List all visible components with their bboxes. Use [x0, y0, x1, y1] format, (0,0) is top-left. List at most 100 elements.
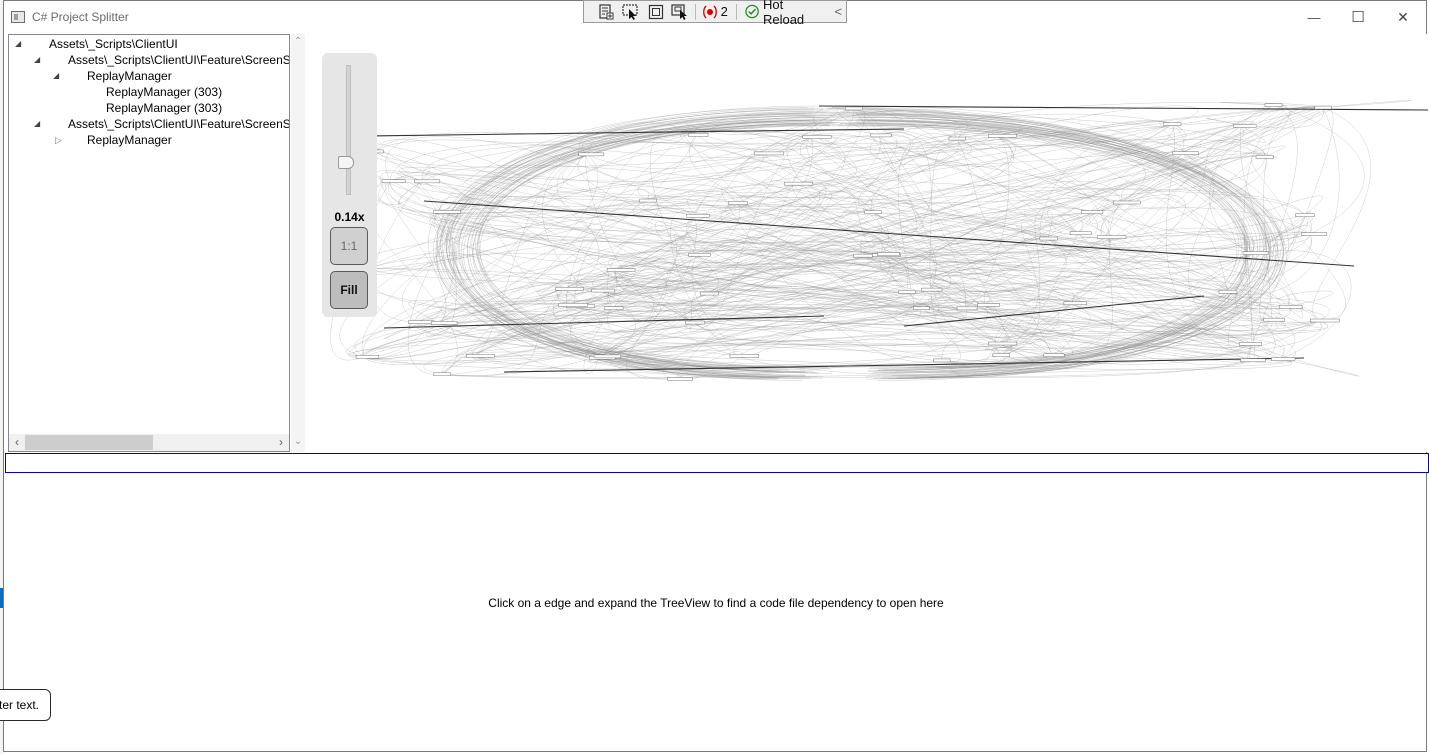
graph-node[interactable]	[685, 320, 705, 325]
tree-item[interactable]: ReplayManager (303)	[106, 100, 222, 116]
graph-node[interactable]	[1163, 122, 1182, 126]
hot-reload-button[interactable]: Hot Reload	[739, 0, 831, 27]
code-file-view[interactable]: Click on a edge and expand the TreeView …	[4, 473, 1428, 753]
graph-node[interactable]	[1263, 317, 1285, 322]
collapsed-arrow-icon[interactable]: ▷	[55, 132, 65, 148]
graph-node[interactable]	[992, 353, 1010, 357]
graph-node[interactable]	[408, 320, 434, 324]
search-input[interactable]	[5, 453, 1429, 473]
graph-edge[interactable]	[414, 322, 1293, 370]
graph-edge[interactable]	[1272, 105, 1365, 235]
graph-node[interactable]	[1112, 200, 1141, 205]
graph-node[interactable]	[431, 321, 458, 325]
zoom-slider-thumb[interactable]	[338, 156, 354, 169]
graph-edge[interactable]	[574, 147, 763, 307]
graph-edge[interactable]	[374, 121, 1254, 168]
graph-node[interactable]	[593, 354, 622, 359]
graph-edge[interactable]	[1322, 100, 1412, 108]
select-element-icon[interactable]	[619, 1, 644, 22]
graph-node[interactable]	[913, 306, 930, 310]
graph-node[interactable]	[381, 179, 406, 183]
maximize-button[interactable]: ☐	[1335, 1, 1381, 33]
graph-edge[interactable]	[371, 170, 431, 323]
collapse-toolbar-icon[interactable]: <	[830, 4, 846, 19]
graph-node[interactable]	[898, 290, 916, 294]
expanded-arrow-icon[interactable]: ◢	[15, 36, 25, 52]
graph-edge[interactable]	[456, 241, 875, 358]
graph-node[interactable]	[1039, 236, 1058, 241]
dependency-graph[interactable]	[304, 96, 1428, 386]
tree-item[interactable]: Assets\_Scripts\ClientUI\Feature\ScreenS…	[68, 52, 289, 68]
graph-edge[interactable]	[451, 108, 824, 372]
graph-edge[interactable]	[441, 131, 999, 375]
graph-node[interactable]	[729, 354, 760, 358]
dependency-tree-view[interactable]: ◢ Assets\_Scripts\ClientUI ◢ Assets\_Scr…	[8, 34, 290, 452]
graph-node[interactable]	[988, 341, 1018, 346]
graph-edge[interactable]	[1277, 290, 1334, 308]
graph-node[interactable]	[1218, 290, 1238, 294]
graph-node[interactable]	[355, 355, 379, 359]
graph-edge[interactable]	[903, 295, 1205, 327]
zoom-fill-button[interactable]: Fill	[330, 271, 368, 309]
graph-node[interactable]	[1314, 105, 1332, 110]
graph-node[interactable]	[921, 287, 943, 292]
graph-edge[interactable]	[1263, 107, 1323, 320]
track-focus-icon[interactable]	[668, 1, 693, 22]
graph-node[interactable]	[728, 201, 748, 205]
graph-node[interactable]	[1295, 213, 1315, 217]
graph-node[interactable]	[933, 358, 951, 363]
graph-node[interactable]	[1264, 103, 1283, 107]
tree-item[interactable]: Assets\_Scripts\ClientUI\Feature\ScreenS…	[68, 116, 289, 132]
graph-edge[interactable]	[856, 110, 1267, 370]
scroll-right-icon[interactable]: ›	[273, 434, 289, 451]
graph-node[interactable]	[1255, 155, 1274, 159]
graph-edge[interactable]	[938, 233, 1310, 311]
graph-node[interactable]	[864, 210, 882, 214]
minimize-button[interactable]: —	[1291, 1, 1337, 33]
graph-node[interactable]	[845, 106, 863, 111]
graph-node[interactable]	[466, 354, 495, 358]
graph-node[interactable]	[784, 181, 814, 186]
scroll-up-icon[interactable]: ⌃	[291, 36, 305, 47]
graph-node[interactable]	[1238, 342, 1262, 346]
graph-node[interactable]	[1172, 151, 1199, 155]
zoom-slider-track[interactable]	[346, 65, 351, 195]
graph-edge[interactable]	[792, 183, 1229, 311]
graph-node[interactable]	[877, 252, 900, 256]
tree-item[interactable]: ReplayManager	[87, 132, 172, 148]
graph-node[interactable]	[606, 268, 636, 272]
graph-node[interactable]	[555, 287, 584, 291]
graph-edge[interactable]	[448, 123, 824, 377]
scroll-left-icon[interactable]: ‹	[9, 434, 25, 451]
graph-edge[interactable]	[441, 211, 1277, 336]
graph-edge[interactable]	[916, 135, 1014, 167]
graph-node[interactable]	[433, 210, 461, 214]
graph-node[interactable]	[604, 306, 624, 310]
scrollbar-thumb[interactable]	[25, 435, 153, 450]
tree-item[interactable]: ReplayManager (303)	[106, 84, 222, 100]
graph-node[interactable]	[853, 253, 873, 258]
graph-node[interactable]	[988, 134, 1017, 138]
graph-node[interactable]	[1240, 358, 1266, 363]
graph-node[interactable]	[1278, 305, 1303, 309]
graph-node[interactable]	[1080, 210, 1104, 214]
expanded-arrow-icon[interactable]: ◢	[34, 116, 44, 132]
graph-node[interactable]	[688, 133, 709, 137]
graph-edge[interactable]	[422, 181, 1073, 313]
graph-node[interactable]	[1242, 251, 1269, 255]
graph-node[interactable]	[802, 135, 832, 139]
graph-vertical-scrollbar[interactable]: ⌃ ⌄	[291, 34, 305, 452]
tree-item[interactable]: Assets\_Scripts\ClientUI	[49, 36, 178, 52]
graph-node[interactable]	[1043, 353, 1065, 357]
binding-failures-indicator[interactable]: 2	[698, 4, 734, 19]
graph-node[interactable]	[1063, 301, 1087, 306]
graph-node[interactable]	[578, 152, 605, 157]
graph-node[interactable]	[667, 377, 693, 381]
graph-edge[interactable]	[361, 155, 1265, 357]
graph-node[interactable]	[1271, 357, 1296, 361]
graph-node[interactable]	[948, 136, 966, 141]
graph-edge[interactable]	[1159, 120, 1253, 292]
expanded-arrow-icon[interactable]: ◢	[34, 52, 44, 68]
live-visual-tree-icon[interactable]	[594, 1, 619, 22]
graph-node[interactable]	[1301, 232, 1327, 236]
